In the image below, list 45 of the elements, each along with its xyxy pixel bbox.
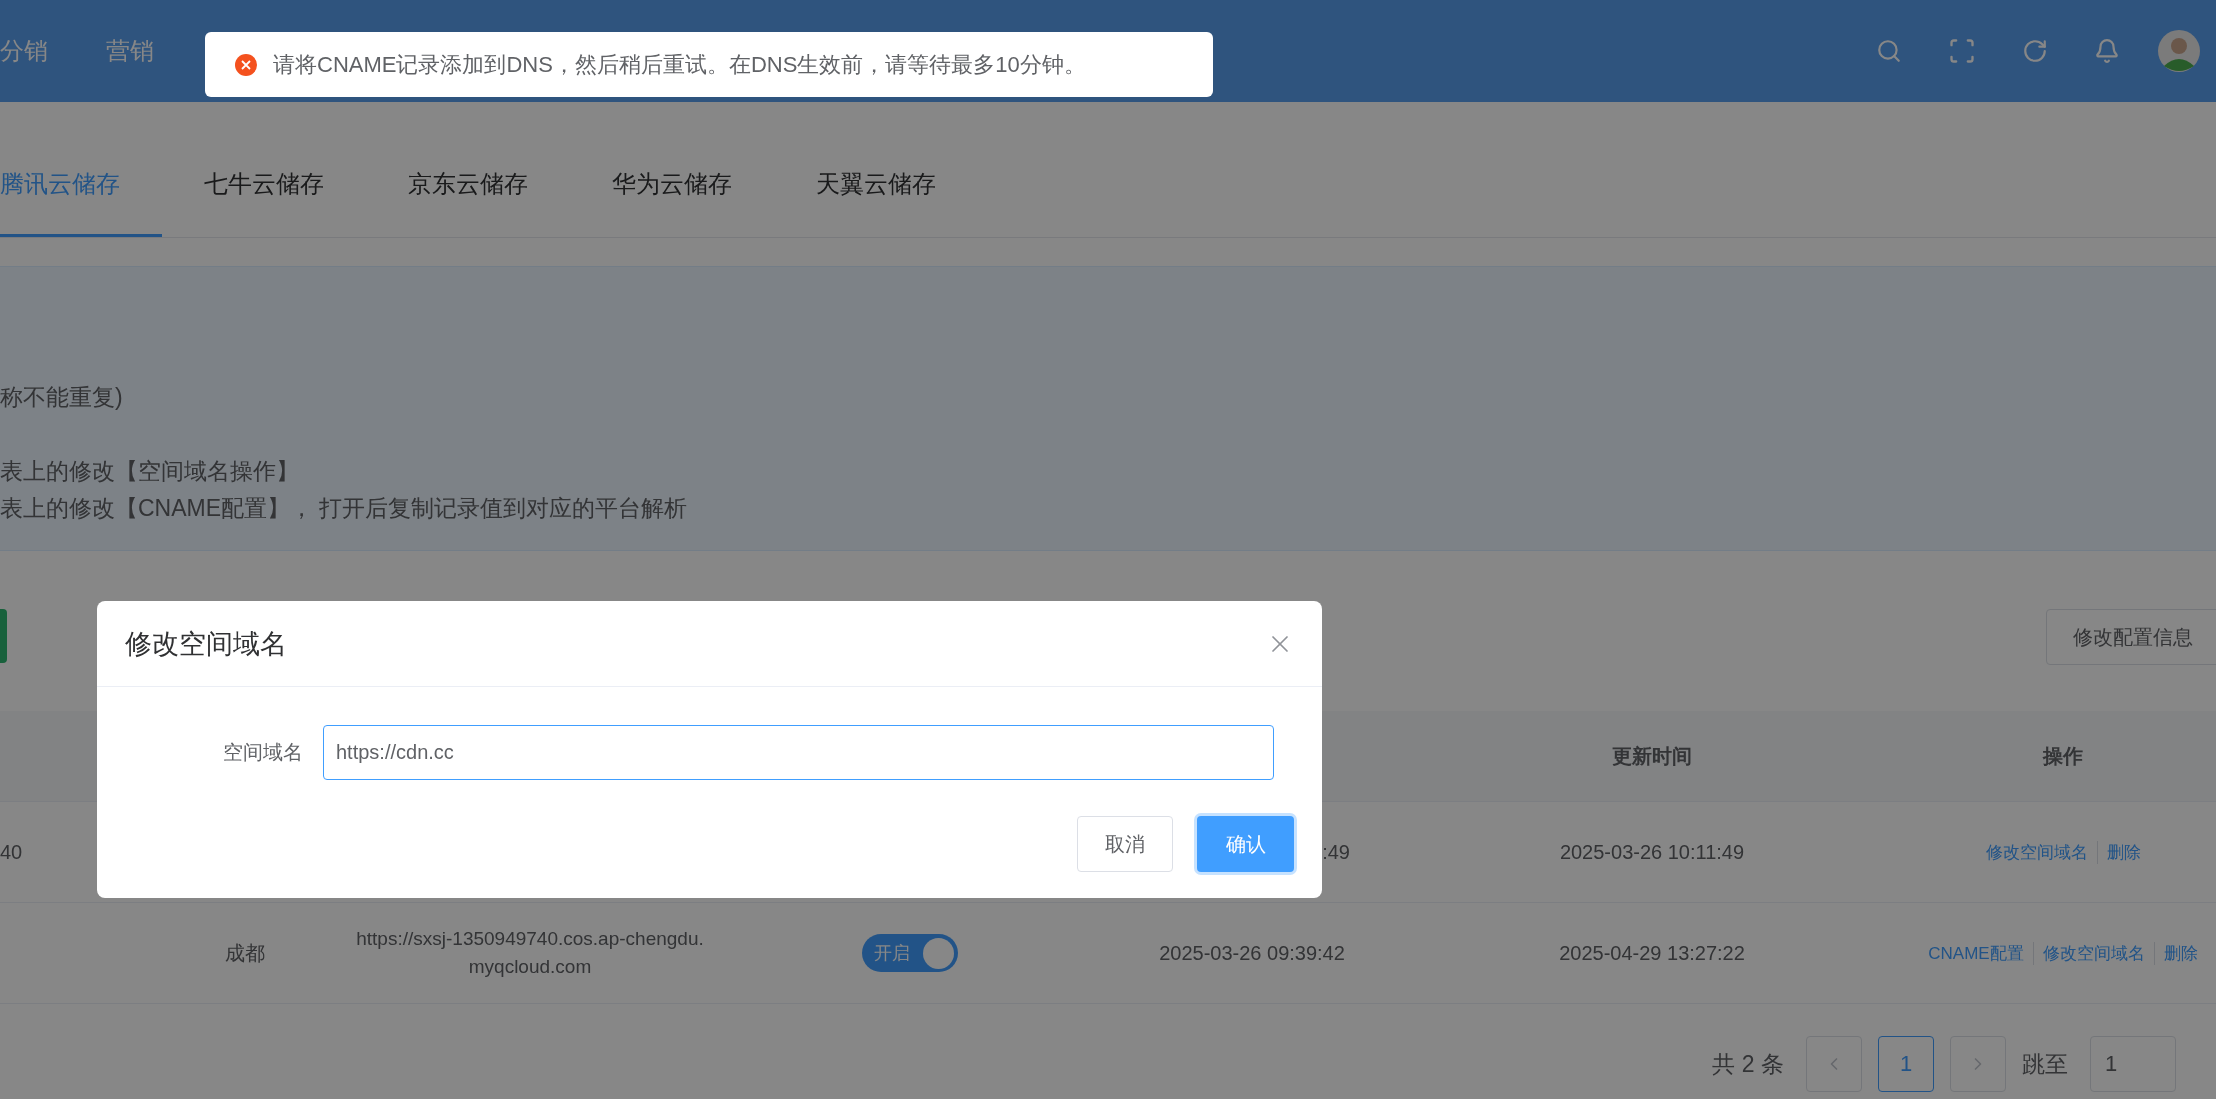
edit-config-button[interactable]: 修改配置信息 [2046,609,2216,665]
nav-item[interactable]: 分销 [0,35,48,67]
confirm-button[interactable]: 确认 [1197,816,1294,872]
partial-button[interactable] [0,609,7,663]
action-link[interactable]: 修改空间域名 [1976,840,2097,864]
total-count: 共 2 条 [1712,1049,1784,1079]
cancel-button[interactable]: 取消 [1077,816,1173,872]
bell-icon[interactable] [2094,38,2120,64]
next-page-button[interactable] [1950,1036,2006,1092]
info-text: 表上的修改【空间域名操作】 [0,457,300,486]
action-link[interactable]: CNAME配置 [1919,941,2033,965]
toast-message: 请将CNAME记录添加到DNS，然后稍后重试。在DNS生效前，请等待最多10分钟。 [273,50,1086,79]
storage-tab[interactable]: 腾讯云储存 [0,168,162,237]
field-label: 空间域名 [222,740,304,765]
info-text: 表上的修改【CNAME配置】， 打开后复制记录值到对应的平台解析 [0,494,689,523]
column-header: 更新时间 [1611,743,1693,769]
table-cell-text: :49 [1322,840,1350,865]
refresh-icon[interactable] [2022,38,2048,64]
table-cell-text: 成都 [225,941,265,966]
table-cell-text: https://sxsj-1350949740.cos.ap-chengdu.myqcloud.com [355,927,705,979]
table-cell-text: 40 [0,840,23,865]
table-cell-text: 2025-03-26 10:11:49 [1559,840,1745,865]
page-input[interactable]: 1 [2090,1036,2176,1092]
table-cell-text: 2025-03-26 09:39:42 [1159,941,1345,966]
storage-tab[interactable]: 华为云储存 [570,168,774,237]
action-link[interactable]: 删除 [2153,941,2207,965]
action-link[interactable]: 删除 [2096,840,2150,864]
column-header: 操作 [2041,743,2084,769]
action-link[interactable]: 修改空间域名 [2032,941,2154,965]
avatar[interactable] [2158,30,2200,72]
storage-tab[interactable]: 天翼云储存 [774,168,978,237]
jump-label: 跳至 [2022,1049,2068,1079]
page-button[interactable]: 1 [1878,1036,1934,1092]
storage-tab[interactable]: 七牛云储存 [162,168,366,237]
status-toggle[interactable]: 开启 [862,934,958,972]
dialog-title: 修改空间域名 [125,627,287,661]
search-icon[interactable] [1876,38,1902,64]
fullscreen-icon[interactable] [1948,37,1976,65]
table-cell-text: 2025-04-29 13:27:22 [1559,941,1745,966]
storage-tab[interactable]: 京东云储存 [366,168,570,237]
nav-item[interactable]: 营销 [106,35,154,67]
info-text: 称不能重复) [0,383,124,412]
error-icon [235,53,257,76]
prev-page-button[interactable] [1806,1036,1862,1092]
domain-input[interactable]: https://cdn.cc [323,725,1274,780]
